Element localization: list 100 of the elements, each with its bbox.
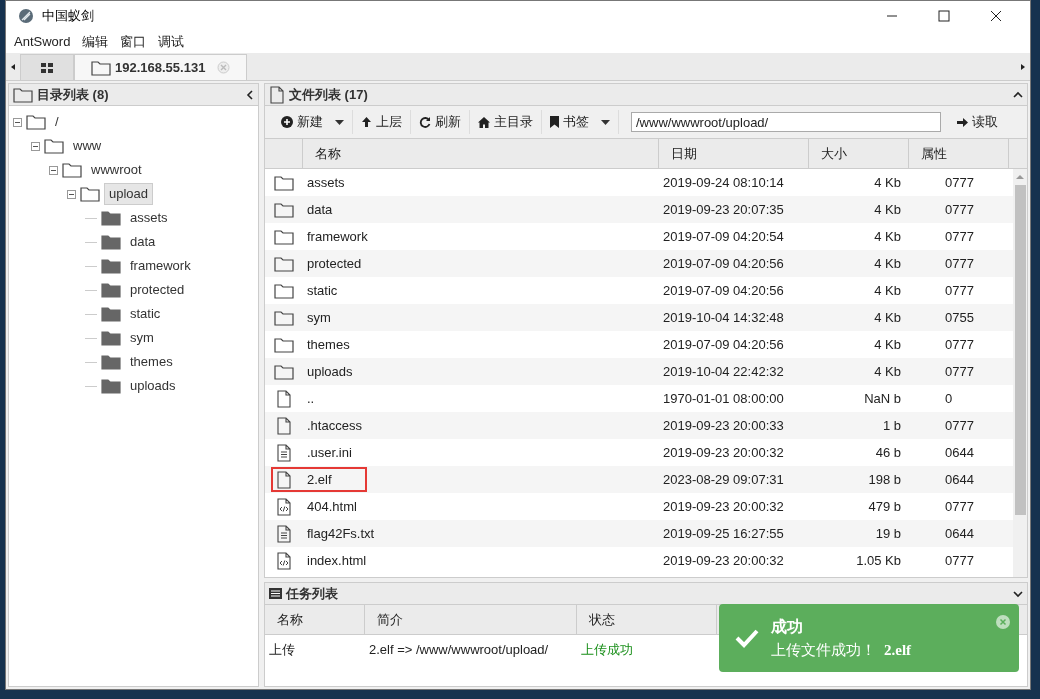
- tree-item[interactable]: upload: [104, 183, 154, 205]
- file-name[interactable]: themes: [303, 334, 659, 355]
- chevron-down-icon[interactable]: [1013, 589, 1023, 598]
- maximize-icon[interactable]: [938, 10, 950, 22]
- file-name[interactable]: index.html: [303, 550, 659, 571]
- column-header[interactable]: 属性: [909, 139, 1009, 168]
- folder-icon: [80, 186, 100, 202]
- file-name[interactable]: .user.ini: [303, 442, 659, 463]
- file-size: NaN b: [863, 389, 902, 408]
- tree-item[interactable]: /: [50, 111, 64, 133]
- toolbar-button[interactable]: 上层: [353, 110, 411, 134]
- caret-icon: [335, 119, 344, 125]
- column-header[interactable]: 简介: [365, 605, 577, 634]
- file-size: 19 b: [874, 524, 902, 543]
- file-name[interactable]: assets: [303, 172, 659, 193]
- column-header[interactable]: 日期: [659, 139, 809, 168]
- tree-item[interactable]: www: [68, 135, 107, 157]
- task-summary: 2.elf => /www/wwwroot/upload/: [368, 641, 550, 660]
- file-icon: [276, 470, 292, 489]
- column-header[interactable]: 大小: [809, 139, 909, 168]
- toolbar-button[interactable]: 新建: [273, 110, 353, 134]
- bookmark-icon: [550, 116, 559, 128]
- file-mode: 0644: [944, 524, 975, 543]
- arrow-right-icon: [957, 116, 968, 128]
- file-size: 1.05 Kb: [855, 551, 902, 570]
- collapse-icon[interactable]: [31, 141, 40, 151]
- file-mode: 0644: [944, 470, 975, 489]
- column-header[interactable]: 状态: [577, 605, 717, 634]
- panel-title: 任务列表: [286, 584, 339, 603]
- app-logo-icon: [18, 8, 34, 24]
- folder-icon: [274, 309, 294, 326]
- menu-item[interactable]: 编辑: [82, 32, 109, 52]
- tab[interactable]: 192.168.55.131: [74, 54, 248, 80]
- folder-icon: [91, 59, 111, 76]
- folder-icon: [62, 162, 82, 178]
- toolbar-button[interactable]: 书签: [542, 110, 619, 134]
- file-date: 2019-09-23 20:00:32: [662, 497, 785, 516]
- file-icon: [276, 389, 292, 408]
- scrollbar[interactable]: [1013, 169, 1027, 577]
- collapse-panel-icon[interactable]: [1013, 90, 1023, 99]
- file-name[interactable]: uploads: [303, 361, 659, 382]
- tree-item[interactable]: protected: [125, 279, 190, 301]
- file-name[interactable]: 2.elf: [303, 469, 659, 490]
- folder-icon: [101, 282, 121, 298]
- folder-icon: [101, 234, 121, 250]
- file-mode: 0644: [944, 443, 975, 462]
- file-icon: [269, 85, 285, 104]
- collapse-icon[interactable]: [49, 165, 58, 175]
- file-date: 2019-09-24 08:10:14: [662, 173, 785, 192]
- tree-item[interactable]: static: [125, 303, 166, 325]
- text-file-icon: [276, 524, 292, 543]
- toast-title: 成功: [771, 616, 803, 637]
- tree-item[interactable]: wwwroot: [86, 159, 147, 181]
- menu-item[interactable]: 调试: [158, 32, 185, 52]
- folder-icon: [44, 138, 64, 154]
- home-icon: [478, 116, 490, 128]
- folder-icon: [101, 210, 121, 226]
- folder-icon: [274, 336, 294, 353]
- check-icon: [735, 628, 759, 648]
- file-name[interactable]: framework: [303, 226, 659, 247]
- folder-icon: [274, 363, 294, 380]
- file-name[interactable]: data: [303, 199, 659, 220]
- toolbar-button[interactable]: 刷新: [411, 110, 470, 134]
- tree-item[interactable]: framework: [125, 255, 196, 277]
- caret-icon: [601, 119, 610, 125]
- file-name[interactable]: 404.html: [303, 496, 659, 517]
- file-name[interactable]: protected: [303, 253, 659, 274]
- grid-icon: [41, 62, 53, 73]
- file-mode: 0777: [944, 497, 975, 516]
- close-icon[interactable]: [990, 10, 1002, 22]
- file-name[interactable]: sym: [303, 307, 659, 328]
- tree-item[interactable]: assets: [125, 207, 173, 229]
- scrollbar-thumb[interactable]: [1014, 185, 1026, 515]
- file-date: 2019-07-09 04:20:56: [662, 254, 785, 273]
- file-date: 2019-09-23 20:07:35: [662, 200, 785, 219]
- path-field[interactable]: /www/wwwroot/upload/: [631, 112, 941, 132]
- file-name[interactable]: ..: [303, 388, 659, 409]
- window-title: 中国蚁剑: [42, 7, 94, 26]
- file-size: 198 b: [867, 470, 902, 489]
- file-name[interactable]: .htaccess: [303, 415, 659, 436]
- tree-item[interactable]: sym: [125, 327, 159, 349]
- task-status: 上传成功: [580, 641, 634, 660]
- column-header[interactable]: 名称: [303, 139, 659, 168]
- column-header[interactable]: 名称: [265, 605, 365, 634]
- tree-item[interactable]: uploads: [125, 375, 181, 397]
- file-name[interactable]: flag42Fs.txt: [303, 523, 659, 544]
- file-mode: 0777: [944, 227, 975, 246]
- file-date: 2019-09-25 16:27:55: [662, 524, 785, 543]
- collapse-icon[interactable]: [67, 189, 76, 199]
- file-date: 2023-08-29 09:07:31: [662, 470, 785, 489]
- tab[interactable]: [20, 54, 74, 80]
- tree-item[interactable]: themes: [125, 351, 178, 373]
- file-name[interactable]: static: [303, 280, 659, 301]
- toolbar-button[interactable]: 主目录: [470, 110, 542, 134]
- collapse-icon[interactable]: [13, 117, 22, 127]
- collapse-panel-icon[interactable]: [246, 89, 254, 100]
- tree-item[interactable]: data: [125, 231, 161, 253]
- menu-item[interactable]: 窗口: [120, 32, 147, 52]
- read-button[interactable]: 读取: [953, 110, 1002, 134]
- menu-item[interactable]: AntSword: [14, 32, 71, 52]
